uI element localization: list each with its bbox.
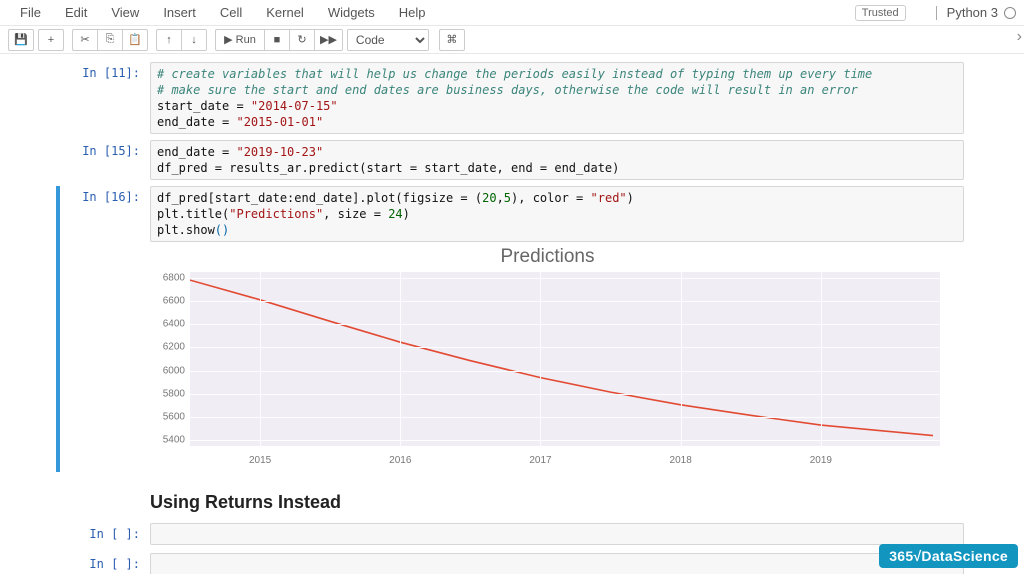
- menu-view[interactable]: View: [99, 1, 151, 24]
- code-cell-empty[interactable]: In [ ]:: [60, 553, 964, 574]
- y-tick-label: 5800: [155, 388, 185, 399]
- code-cell[interactable]: In [15]: end_date = "2019-10-23" df_pred…: [60, 140, 964, 180]
- run-button[interactable]: ▶ Run: [215, 29, 265, 51]
- x-tick-label: 2017: [529, 455, 551, 466]
- code-cell-empty[interactable]: In [ ]:: [60, 523, 964, 545]
- add-cell-button[interactable]: +: [38, 29, 64, 51]
- restart-run-all-button[interactable]: ▶▶: [314, 29, 343, 51]
- menu-help[interactable]: Help: [387, 1, 438, 24]
- y-tick-label: 6600: [155, 296, 185, 307]
- code-cell-selected[interactable]: In [16]: df_pred[start_date:end_date].pl…: [56, 186, 964, 472]
- line-series: [190, 272, 940, 446]
- menu-file[interactable]: File: [8, 1, 53, 24]
- markdown-cell[interactable]: Using Returns Instead: [60, 478, 964, 523]
- cell-prompt: In [ ]:: [60, 523, 150, 545]
- command-palette-button[interactable]: ⌘: [439, 29, 465, 51]
- menu-kernel[interactable]: Kernel: [254, 1, 316, 24]
- toolbar: 💾 + ✂ ⎘ 📋 ↑ ↓ ▶ Run ■ ↻ ▶▶ Code ⌘: [0, 26, 1024, 54]
- datascience-logo: 365√DataScience: [879, 544, 1018, 568]
- y-tick-label: 6000: [155, 365, 185, 376]
- save-button[interactable]: 💾: [8, 29, 34, 51]
- chart: Predictions 5400 5600 5800 6000 6200 6400 6600…: [155, 246, 940, 466]
- cut-button[interactable]: ✂: [72, 29, 98, 51]
- output-prompt: [60, 242, 150, 466]
- kernel-status-icon: [1004, 7, 1016, 19]
- menu-widgets[interactable]: Widgets: [316, 1, 387, 24]
- y-tick-label: 6200: [155, 342, 185, 353]
- y-tick-label: 5400: [155, 435, 185, 446]
- menu-insert[interactable]: Insert: [151, 1, 208, 24]
- copy-button[interactable]: ⎘: [97, 29, 123, 51]
- chart-title: Predictions: [155, 246, 940, 270]
- y-tick-label: 5600: [155, 412, 185, 423]
- cell-input[interactable]: df_pred[start_date:end_date].plot(figsiz…: [150, 186, 964, 242]
- move-up-button[interactable]: ↑: [156, 29, 182, 51]
- menu-cell[interactable]: Cell: [208, 1, 254, 24]
- cell-input[interactable]: [150, 553, 964, 574]
- code-content: # create variables that will help us cha…: [157, 66, 957, 130]
- stop-button[interactable]: ■: [264, 29, 290, 51]
- code-content: df_pred[start_date:end_date].plot(figsiz…: [157, 190, 957, 238]
- trusted-badge[interactable]: Trusted: [855, 5, 906, 21]
- menu-edit[interactable]: Edit: [53, 1, 99, 24]
- overflow-arrow-icon: ›: [1017, 28, 1022, 46]
- kernel-name: Python 3: [947, 5, 998, 20]
- code-content: end_date = "2019-10-23" df_pred = result…: [157, 144, 957, 176]
- markdown-heading: Using Returns Instead: [150, 492, 964, 513]
- cell-input[interactable]: # create variables that will help us cha…: [150, 62, 964, 134]
- notebook-area: In [11]: # create variables that will he…: [0, 54, 1024, 574]
- x-tick-label: 2015: [249, 455, 271, 466]
- restart-button[interactable]: ↻: [289, 29, 315, 51]
- paste-button[interactable]: 📋: [122, 29, 148, 51]
- cell-output: Predictions 5400 5600 5800 6000 6200 6400 6600…: [150, 242, 964, 466]
- cell-input[interactable]: [150, 523, 964, 545]
- cell-prompt: In [15]:: [60, 140, 150, 180]
- cell-prompt: In [ ]:: [60, 553, 150, 574]
- cell-input[interactable]: end_date = "2019-10-23" df_pred = result…: [150, 140, 964, 180]
- x-tick-label: 2019: [810, 455, 832, 466]
- cell-prompt: In [16]:: [60, 186, 150, 242]
- x-tick-label: 2016: [389, 455, 411, 466]
- move-down-button[interactable]: ↓: [181, 29, 207, 51]
- celltype-select[interactable]: Code: [347, 29, 429, 51]
- code-cell[interactable]: In [11]: # create variables that will he…: [60, 62, 964, 134]
- y-tick-label: 6800: [155, 272, 185, 283]
- cell-prompt: In [11]:: [60, 62, 150, 134]
- x-tick-label: 2018: [670, 455, 692, 466]
- kernel-indicator[interactable]: Python 3: [936, 5, 1016, 20]
- menubar: File Edit View Insert Cell Kernel Widget…: [0, 0, 1024, 26]
- y-tick-label: 6400: [155, 319, 185, 330]
- plot-area: [190, 272, 940, 446]
